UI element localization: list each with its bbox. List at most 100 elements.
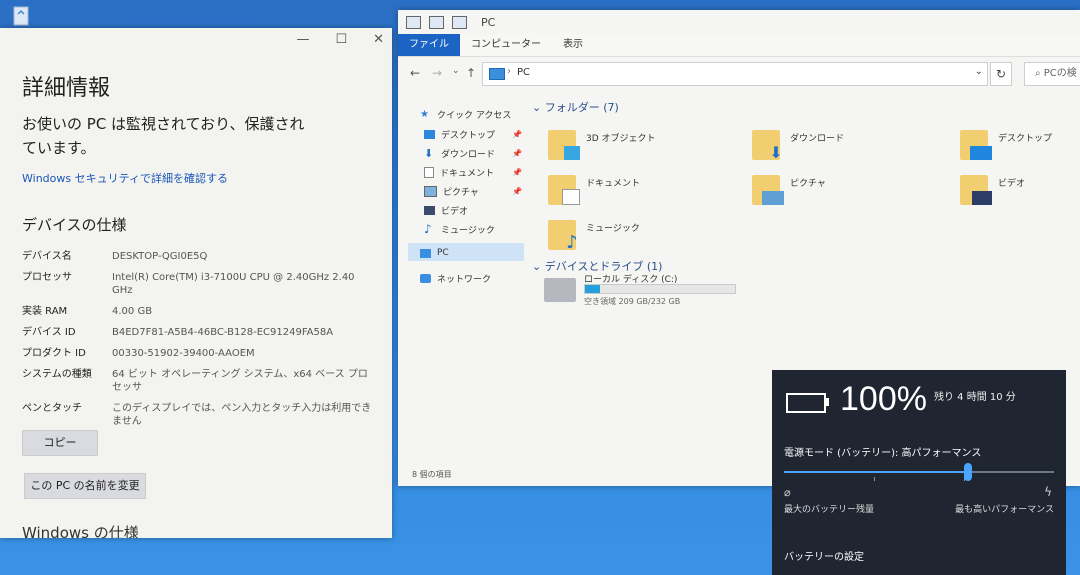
tab-view[interactable]: 表示 bbox=[552, 34, 594, 56]
new-folder-icon[interactable] bbox=[452, 15, 467, 29]
nav-item-music[interactable]: ♪ ミュージック bbox=[424, 223, 495, 236]
music-folder-icon: ♪ bbox=[548, 220, 578, 252]
drive-usage-fill bbox=[585, 285, 600, 293]
best-battery-label: 最大のバッテリー残量 bbox=[784, 505, 875, 515]
address-bar[interactable]: › PC ⌄ bbox=[482, 62, 988, 86]
drive-c[interactable]: ローカル ディスク (C:) 空き領域 209 GB/232 GB bbox=[544, 272, 764, 312]
folder-videos[interactable]: ビデオ bbox=[960, 175, 1025, 205]
folder-label: ピクチャ bbox=[790, 178, 826, 189]
videos-folder-icon bbox=[960, 175, 992, 205]
pin-icon[interactable]: 📌 bbox=[512, 149, 522, 158]
breadcrumb-separator[interactable]: › bbox=[507, 66, 511, 77]
ribbon-tabs: ファイル コンピューター 表示 bbox=[398, 34, 1080, 57]
chevron-down-icon[interactable]: ⌄ bbox=[532, 260, 545, 273]
window-title: PC bbox=[481, 15, 496, 29]
power-mode-slider[interactable] bbox=[784, 463, 1054, 481]
chevron-down-icon[interactable]: ⌄ bbox=[532, 101, 545, 114]
spec-key: 実装 RAM bbox=[22, 306, 68, 317]
nav-label: ピクチャ bbox=[443, 188, 479, 198]
back-button[interactable]: ← bbox=[410, 66, 420, 80]
folder-pictures[interactable]: ピクチャ bbox=[752, 175, 826, 205]
pin-icon[interactable]: 📌 bbox=[512, 130, 522, 139]
star-icon: ★ bbox=[420, 109, 429, 120]
minimize-button[interactable]: — bbox=[296, 32, 309, 47]
recent-locations-button[interactable]: ⌄ bbox=[452, 66, 460, 76]
nav-label: ダウンロード bbox=[441, 150, 496, 160]
slider-fill bbox=[784, 471, 968, 473]
nav-item-videos[interactable]: ビデオ bbox=[424, 204, 468, 217]
pc-icon bbox=[489, 68, 505, 80]
group-label: フォルダー (7) bbox=[544, 101, 619, 114]
pc-icon bbox=[420, 248, 431, 258]
forward-button[interactable]: → bbox=[432, 66, 442, 80]
spec-value: 4.00 GB bbox=[112, 306, 153, 317]
spec-key: ペンとタッチ bbox=[22, 403, 82, 414]
status-bar-item-count: 8 個の項目 bbox=[412, 470, 452, 479]
window-controls: — ☐ ✕ bbox=[296, 32, 384, 47]
rename-pc-button[interactable]: この PC の名前を変更 bbox=[24, 473, 146, 499]
network-icon bbox=[420, 274, 431, 283]
properties-icon[interactable] bbox=[429, 15, 444, 29]
folder-downloads[interactable]: ⬇ ダウンロード bbox=[752, 130, 845, 161]
spec-key: デバイス名 bbox=[22, 251, 72, 262]
spec-value: B4ED7F81-A5B4-46BC-B128-EC91249FA58A bbox=[112, 327, 334, 338]
about-settings-window: — ☐ ✕ 詳細情報 お使いの PC は監視されており、保護されています。 Wi… bbox=[0, 28, 392, 538]
spec-key: プロダクト ID bbox=[22, 348, 86, 359]
nav-label: ミュージック bbox=[441, 226, 495, 236]
folder-label: ミュージック bbox=[586, 223, 640, 234]
battery-settings-link[interactable]: バッテリーの設定 bbox=[784, 548, 864, 563]
nav-label: ネットワーク bbox=[437, 275, 492, 285]
nav-label: クイック アクセス bbox=[437, 111, 512, 121]
download-icon: ⬇ bbox=[424, 147, 434, 160]
recycle-bin-icon[interactable] bbox=[6, 4, 36, 26]
refresh-button[interactable]: ↻ bbox=[990, 62, 1012, 86]
spec-value: このディスプレイでは、ペン入力とタッチ入力は利用できません bbox=[112, 403, 372, 427]
up-button[interactable]: ↑ bbox=[466, 66, 476, 80]
spec-row: システムの種類 64 ビット オペレーティング システム、x64 ベース プロセ… bbox=[22, 368, 377, 394]
nav-item-desktop[interactable]: デスクトップ 📌 bbox=[424, 128, 522, 141]
video-icon bbox=[424, 206, 435, 215]
folders-group-header[interactable]: ⌄ フォルダー (7) bbox=[532, 99, 619, 115]
spec-row: プロダクト ID 00330-51902-39400-AAOEM bbox=[22, 347, 377, 360]
device-spec-heading: デバイスの仕様 bbox=[22, 216, 127, 234]
spec-row: デバイス名 DESKTOP-QGI0E5Q bbox=[22, 250, 377, 263]
folder-label: ダウンロード bbox=[790, 133, 845, 144]
device-spec-table: デバイス名 DESKTOP-QGI0E5Q プロセッサ Intel(R) Cor… bbox=[22, 250, 377, 436]
hard-drive-icon bbox=[544, 278, 576, 302]
pin-icon[interactable]: 📌 bbox=[512, 187, 522, 196]
battery-flyout: 100% 残り 4 時間 10 分 電源モード (バッテリー): 高パフォーマン… bbox=[772, 370, 1066, 575]
slider-tick bbox=[874, 477, 875, 481]
folder-label: ドキュメント bbox=[586, 178, 641, 189]
breadcrumb[interactable]: PC bbox=[517, 67, 530, 78]
pin-icon[interactable]: 📌 bbox=[512, 168, 522, 177]
nav-label: デスクトップ bbox=[441, 131, 496, 141]
copy-button[interactable]: コピー bbox=[22, 430, 98, 456]
nav-item-documents[interactable]: ドキュメント 📌 bbox=[424, 166, 522, 179]
tab-computer[interactable]: コンピューター bbox=[460, 34, 552, 56]
search-input[interactable]: ⌕ PCの検 bbox=[1024, 62, 1080, 86]
chevron-down-icon[interactable]: ⌄ bbox=[975, 66, 983, 77]
folder-3d-objects[interactable]: 3D オブジェクト bbox=[548, 130, 656, 160]
nav-label: ドキュメント bbox=[440, 169, 495, 179]
tab-file[interactable]: ファイル bbox=[398, 34, 460, 56]
documents-folder-icon bbox=[548, 175, 580, 205]
close-button[interactable]: ✕ bbox=[373, 32, 384, 47]
nav-item-quick-access[interactable]: ★ クイック アクセス bbox=[420, 108, 512, 122]
spec-value: Intel(R) Core(TM) i3-7100U CPU @ 2.40GHz… bbox=[112, 272, 355, 296]
nav-item-pc[interactable]: PC bbox=[420, 248, 449, 258]
best-performance-label: 最も高いパフォーマンス bbox=[955, 505, 1054, 515]
navigation-pane: ★ クイック アクセス デスクトップ 📌 ⬇ ダウンロード 📌 ドキュメント 📌… bbox=[398, 96, 526, 476]
battery-time-remaining: 残り 4 時間 10 分 bbox=[934, 392, 1016, 403]
nav-item-network[interactable]: ネットワーク bbox=[420, 272, 491, 285]
nav-item-downloads[interactable]: ⬇ ダウンロード 📌 bbox=[424, 147, 522, 160]
security-details-link[interactable]: Windows セキュリティで詳細を確認する bbox=[22, 170, 228, 186]
power-mode-label: 電源モード (バッテリー): 高パフォーマンス bbox=[784, 448, 982, 459]
folder-documents[interactable]: ドキュメント bbox=[548, 175, 640, 205]
nav-item-pictures[interactable]: ピクチャ 📌 bbox=[424, 185, 522, 198]
maximize-button[interactable]: ☐ bbox=[335, 32, 347, 47]
folder-desktop[interactable]: デスクトップ bbox=[960, 130, 1052, 160]
spec-key: プロセッサ bbox=[22, 272, 72, 283]
pc-icon bbox=[406, 15, 421, 29]
slider-thumb[interactable] bbox=[963, 463, 972, 481]
folder-music[interactable]: ♪ ミュージック bbox=[548, 220, 640, 252]
